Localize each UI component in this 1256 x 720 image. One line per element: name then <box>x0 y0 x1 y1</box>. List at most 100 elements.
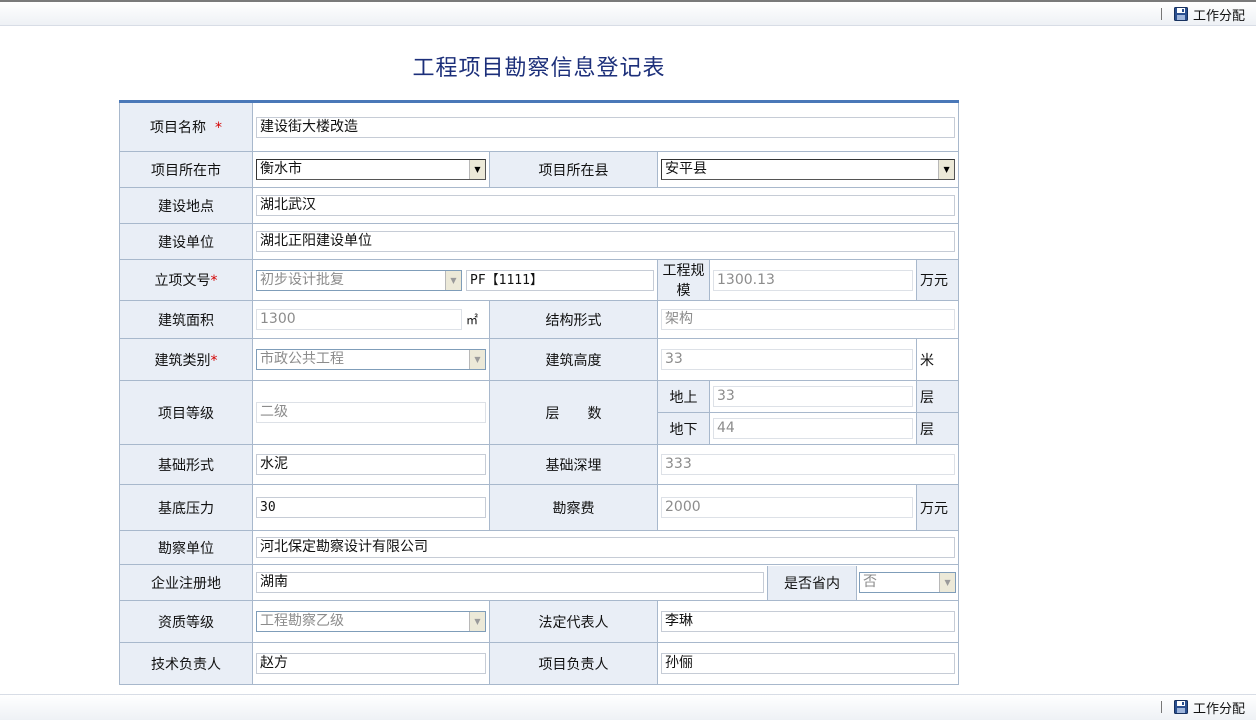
floors-below-label: 地下 <box>669 421 698 438</box>
building-height-input[interactable]: 33 <box>661 349 913 370</box>
assign-work-label: 工作分配 <box>1193 8 1246 24</box>
floors-below-input[interactable]: 44 <box>713 418 913 439</box>
structure-form-label: 结构形式 <box>545 312 602 329</box>
assign-work-label: 工作分配 <box>1193 701 1246 717</box>
foundation-form-input[interactable]: 水泥 <box>256 454 486 475</box>
page-title: 工程项目勘察信息登记表 <box>412 56 666 81</box>
project-city-label: 项目所在市 <box>151 162 221 179</box>
registered-place-input[interactable]: 湖南 <box>256 572 764 593</box>
chevron-down-icon: ▼ <box>445 270 461 290</box>
floppy-disk-icon <box>1174 700 1188 714</box>
row-register-province: 企业注册地 湖南 是否省内 否 ▼ <box>119 564 960 601</box>
survey-unit-input[interactable]: 河北保定勘察设计有限公司 <box>256 537 956 558</box>
assign-work-button[interactable]: 工作分配 <box>1174 5 1246 24</box>
in-province-value: 否 <box>863 574 877 590</box>
foundation-depth-label: 基础深埋 <box>545 457 602 474</box>
project-county-select[interactable]: 安平县 ▼ <box>661 159 956 180</box>
top-toolbar: 工作分配 <box>0 0 1256 26</box>
floors-above-input[interactable]: 33 <box>713 386 913 407</box>
tech-lead-label: 技术负责人 <box>151 656 221 673</box>
build-unit-label: 建设单位 <box>158 234 214 251</box>
required-asterisk: * <box>210 352 218 369</box>
building-type-label: 建筑类别 <box>154 352 211 369</box>
project-grade-input[interactable]: 二级 <box>256 402 486 423</box>
row-pressure-fee: 基底压力 30 勘察费 2000 万元 <box>119 484 960 531</box>
legal-rep-label: 法定代表人 <box>538 614 609 631</box>
required-asterisk: * <box>210 273 218 289</box>
engineering-scale-unit: 万元 <box>920 273 948 289</box>
project-name-label: 项目名称 <box>150 120 207 136</box>
building-type-value: 市政公共工程 <box>260 351 344 367</box>
legal-rep-input[interactable]: 李琳 <box>661 611 956 632</box>
building-area-input[interactable]: 1300 <box>256 309 462 330</box>
approval-doc-number-input[interactable]: PF【1111】 <box>466 269 654 291</box>
base-pressure-input[interactable]: 30 <box>256 497 486 518</box>
survey-fee-label: 勘察费 <box>552 500 595 517</box>
building-height-label: 建筑高度 <box>545 352 602 369</box>
chevron-down-icon: ▼ <box>938 160 955 179</box>
project-city-select[interactable]: 衡水市 ▼ <box>256 159 486 180</box>
row-city-county: 项目所在市 衡水市 ▼ 项目所在县 安平县 ▼ <box>119 151 960 188</box>
floors-above-unit: 层 <box>920 389 934 406</box>
base-pressure-label: 基底压力 <box>158 500 214 517</box>
survey-fee-input[interactable]: 2000 <box>661 497 913 518</box>
approval-doc-label: 立项文号 <box>154 273 211 289</box>
in-province-select[interactable]: 否 ▼ <box>859 572 957 593</box>
tech-lead-input[interactable]: 赵方 <box>256 653 486 674</box>
registration-form-table: 项目名称 * 建设街大楼改造 项目所在市 衡水市 ▼ 项目所在县 安平县 ▼ 建… <box>119 100 960 685</box>
building-height-unit: 米 <box>920 352 934 369</box>
toolbar-separator <box>1161 701 1162 713</box>
foundation-depth-input[interactable]: 333 <box>661 454 956 475</box>
approval-doc-type-value: 初步设计批复 <box>260 271 344 288</box>
project-name-input[interactable]: 建设街大楼改造 <box>256 116 956 138</box>
project-lead-input[interactable]: 孙俪 <box>661 653 956 674</box>
row-area-structure: 建筑面积 1300 ㎡ 结构形式 架构 <box>119 300 960 339</box>
row-project-name: 项目名称 * 建设街大楼改造 <box>119 101 960 152</box>
project-city-value: 衡水市 <box>260 161 302 177</box>
build-location-label: 建设地点 <box>158 198 214 215</box>
building-type-select[interactable]: 市政公共工程 ▼ <box>256 349 486 370</box>
build-location-input[interactable]: 湖北武汉 <box>256 195 956 216</box>
project-county-label: 项目所在县 <box>538 162 609 179</box>
engineering-scale-label: 工程规模 <box>662 263 705 299</box>
bottom-toolbar: 工作分配 <box>0 694 1256 720</box>
chevron-down-icon: ▼ <box>939 573 956 592</box>
row-approval-scale: 立项文号* 初步设计批复 ▼ PF【1111】 工程规模 1300.13 万元 <box>119 259 960 301</box>
building-area-unit: ㎡ <box>466 313 479 327</box>
survey-fee-unit: 万元 <box>920 500 948 517</box>
survey-unit-label: 勘察单位 <box>158 540 214 557</box>
row-type-height: 建筑类别* 市政公共工程 ▼ 建筑高度 33 米 <box>119 338 960 381</box>
chevron-down-icon: ▼ <box>469 160 485 179</box>
row-foundation: 基础形式 水泥 基础深埋 333 <box>119 444 960 485</box>
chevron-down-icon: ▼ <box>469 350 485 369</box>
project-name-label-cell: 项目名称 * <box>119 101 253 152</box>
project-county-value: 安平县 <box>665 161 707 177</box>
structure-form-input[interactable]: 架构 <box>661 309 956 330</box>
chevron-down-icon: ▼ <box>469 612 485 631</box>
assign-work-button-bottom[interactable]: 工作分配 <box>1174 698 1246 717</box>
floors-above-label: 地上 <box>669 389 698 406</box>
row-build-unit: 建设单位 湖北正阳建设单位 <box>119 223 960 260</box>
in-province-label: 是否省内 <box>784 575 840 592</box>
qualification-select[interactable]: 工程勘察乙级 ▼ <box>256 611 486 632</box>
row-survey-unit: 勘察单位 河北保定勘察设计有限公司 <box>119 530 960 565</box>
project-grade-label: 项目等级 <box>158 405 214 422</box>
required-asterisk: * <box>214 120 222 136</box>
approval-doc-type-select[interactable]: 初步设计批复 ▼ <box>256 269 462 291</box>
row-grade-floors-above: 项目等级 二级 层 数 地上 33 层 <box>119 380 960 445</box>
build-unit-input[interactable]: 湖北正阳建设单位 <box>256 231 956 252</box>
row-leads: 技术负责人 赵方 项目负责人 孙俪 <box>119 642 960 685</box>
building-area-label: 建筑面积 <box>158 312 214 329</box>
floors-label: 层 数 <box>545 405 602 422</box>
qualification-label: 资质等级 <box>158 614 214 631</box>
row-qualification-legal: 资质等级 工程勘察乙级 ▼ 法定代表人 李琳 <box>119 600 960 643</box>
floors-below-unit: 层 <box>920 421 934 438</box>
toolbar-separator <box>1161 8 1162 20</box>
row-build-location: 建设地点 湖北武汉 <box>119 187 960 224</box>
floppy-disk-icon <box>1174 7 1188 21</box>
registered-place-label: 企业注册地 <box>151 575 221 592</box>
foundation-form-label: 基础形式 <box>158 457 214 474</box>
qualification-value: 工程勘察乙级 <box>260 613 344 629</box>
engineering-scale-input[interactable]: 1300.13 <box>713 269 913 291</box>
project-lead-label: 项目负责人 <box>538 656 609 673</box>
